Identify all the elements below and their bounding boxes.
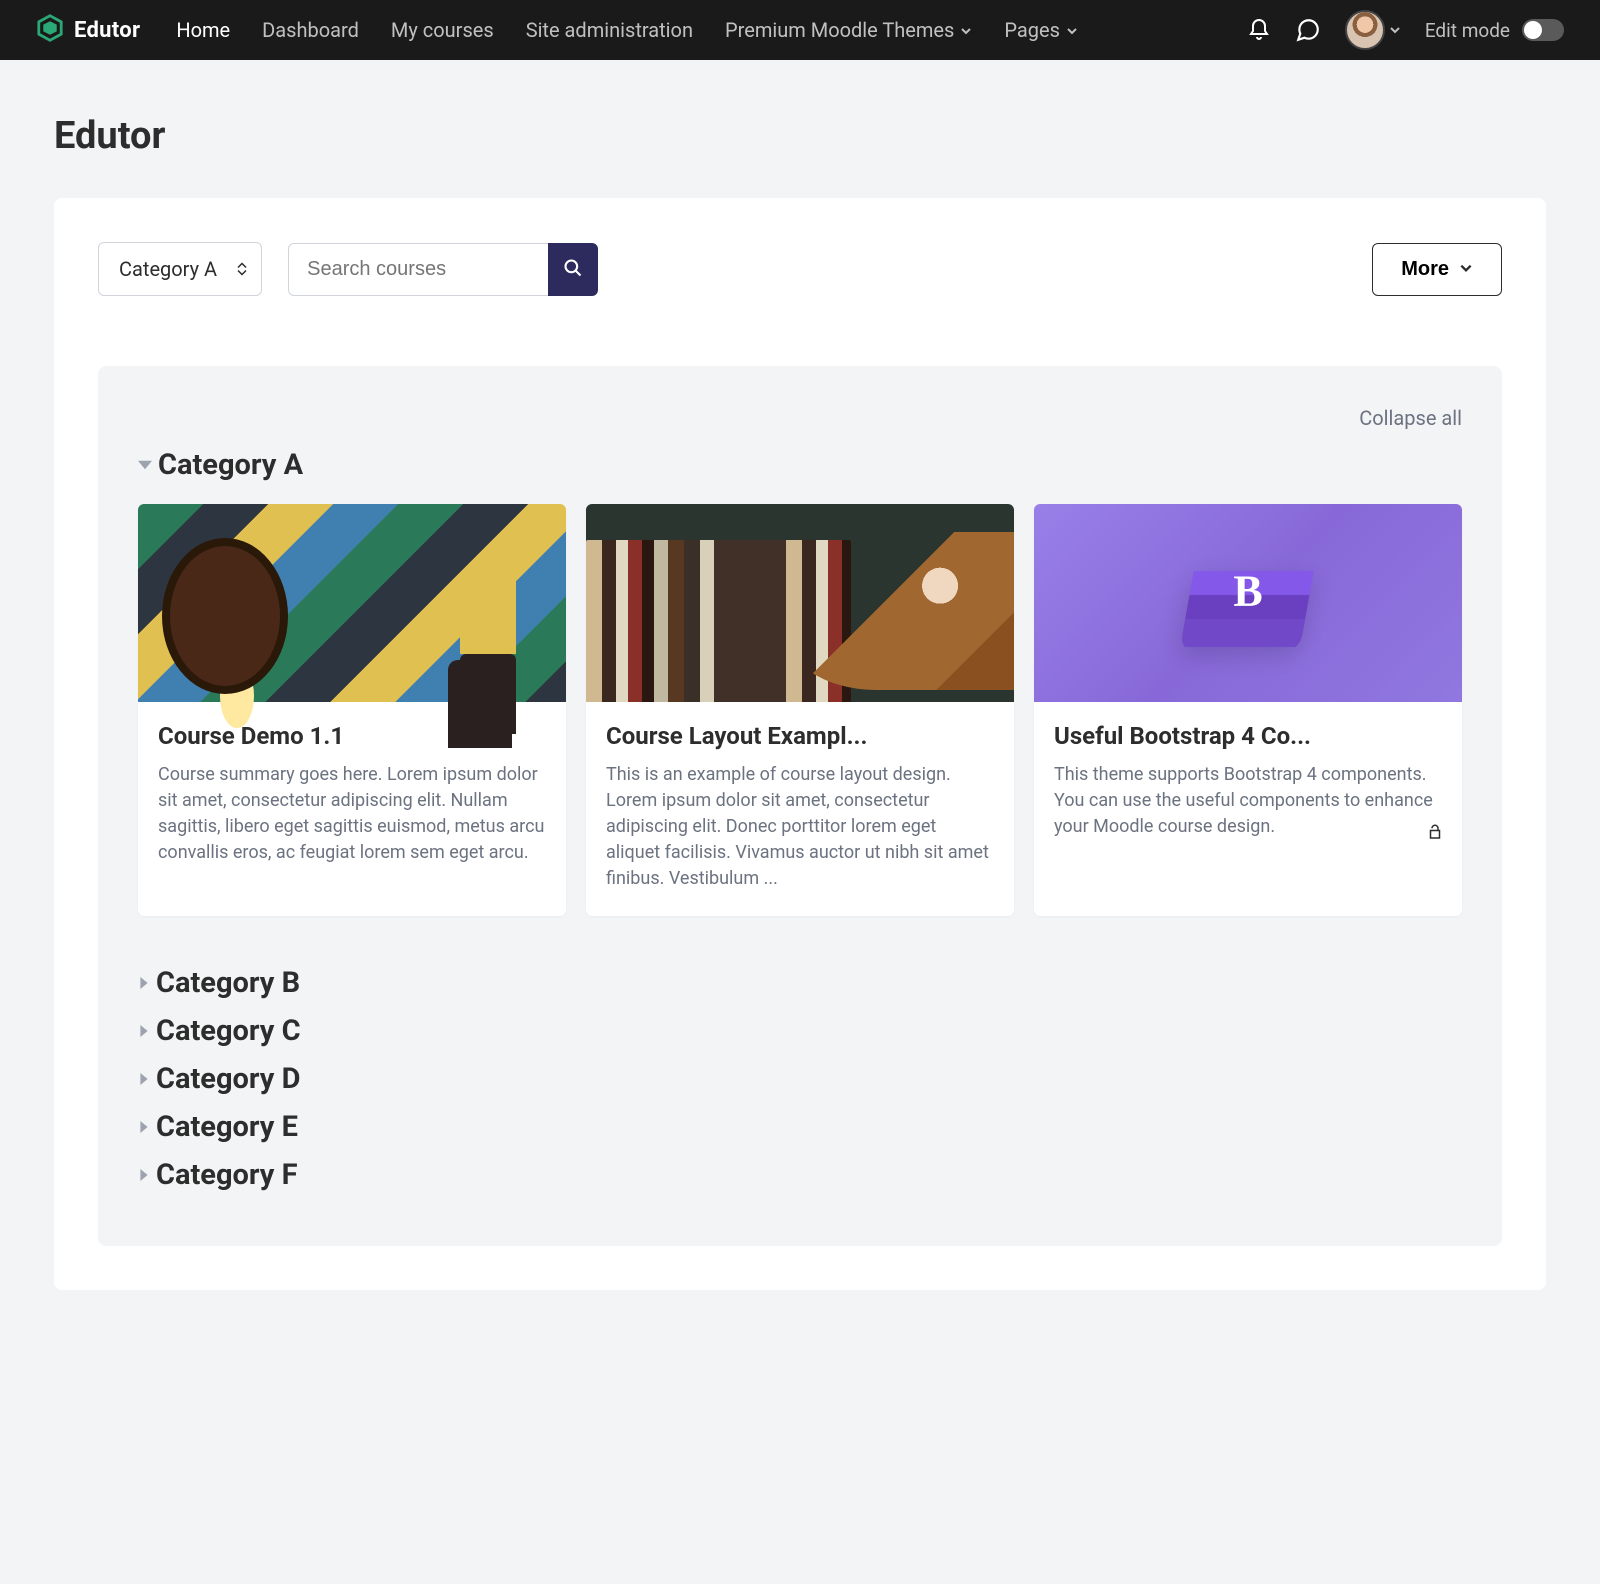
brand-logo[interactable]: Edutor <box>36 14 140 46</box>
category-c-header[interactable]: Category C <box>138 1014 1462 1048</box>
search-button[interactable] <box>548 243 598 296</box>
category-d-header[interactable]: Category D <box>138 1062 1462 1096</box>
caret-right-icon <box>138 1024 150 1038</box>
nav-site-administration[interactable]: Site administration <box>526 18 693 42</box>
category-select[interactable]: Category A <box>98 242 262 296</box>
chevron-down-icon <box>960 18 972 42</box>
notifications-icon[interactable] <box>1247 18 1271 42</box>
caret-right-icon <box>138 1168 150 1182</box>
collapse-all[interactable]: Collapse all <box>138 406 1462 430</box>
page-container: Edutor Category A <box>0 60 1600 1344</box>
edit-mode-toggle[interactable] <box>1522 19 1564 41</box>
nav-links: Home Dashboard My courses Site administr… <box>176 18 1239 42</box>
course-card[interactable]: Useful Bootstrap 4 Co... This theme supp… <box>1034 504 1462 916</box>
content-card: Category A More <box>54 198 1546 1290</box>
brand-name: Edutor <box>74 18 140 43</box>
category-panel: Collapse all Category A Course Demo 1.1 … <box>98 366 1502 1246</box>
category-e-header[interactable]: Category E <box>138 1110 1462 1144</box>
course-thumbnail <box>138 504 566 702</box>
nav-home[interactable]: Home <box>176 18 230 42</box>
course-title: Useful Bootstrap 4 Co... <box>1054 722 1442 750</box>
user-menu[interactable] <box>1345 10 1401 50</box>
category-f-header[interactable]: Category F <box>138 1158 1462 1192</box>
chevron-down-icon <box>1459 258 1473 281</box>
nav-premium-themes[interactable]: Premium Moodle Themes <box>725 18 972 42</box>
search-input[interactable] <box>288 243 548 296</box>
category-a-header[interactable]: Category A <box>138 448 1462 482</box>
search-courses <box>288 243 598 296</box>
more-button[interactable]: More <box>1372 243 1502 296</box>
logo-icon <box>36 14 64 46</box>
course-description: This theme supports Bootstrap 4 componen… <box>1054 762 1442 840</box>
select-caret-icon <box>237 263 247 276</box>
caret-right-icon <box>138 976 150 990</box>
filter-row: Category A More <box>98 242 1502 296</box>
nav-pages[interactable]: Pages <box>1004 18 1078 42</box>
caret-right-icon <box>138 1072 150 1086</box>
course-title: Course Demo 1.1 <box>158 722 546 750</box>
course-title: Course Layout Exampl... <box>606 722 994 750</box>
course-card[interactable]: Course Layout Exampl... This is an examp… <box>586 504 1014 916</box>
unlock-icon <box>1426 822 1444 846</box>
chevron-down-icon <box>1066 18 1078 42</box>
messages-icon[interactable] <box>1295 17 1321 43</box>
course-grid: Course Demo 1.1 Course summary goes here… <box>138 504 1462 916</box>
nav-my-courses[interactable]: My courses <box>391 18 494 42</box>
page-title: Edutor <box>54 114 1546 158</box>
chevron-down-icon <box>1389 21 1401 40</box>
caret-right-icon <box>138 1120 150 1134</box>
category-b-header[interactable]: Category B <box>138 966 1462 1000</box>
edit-mode-label: Edit mode <box>1425 19 1510 42</box>
course-description: This is an example of course layout desi… <box>606 762 994 892</box>
avatar <box>1345 10 1385 50</box>
course-thumbnail <box>586 504 1014 702</box>
nav-right: Edit mode <box>1247 10 1564 50</box>
top-navbar: Edutor Home Dashboard My courses Site ad… <box>0 0 1600 60</box>
nav-dashboard[interactable]: Dashboard <box>262 18 359 42</box>
search-icon <box>563 258 583 281</box>
course-card[interactable]: Course Demo 1.1 Course summary goes here… <box>138 504 566 916</box>
caret-down-icon <box>138 458 152 472</box>
edit-mode-control: Edit mode <box>1425 19 1564 42</box>
course-description: Course summary goes here. Lorem ipsum do… <box>158 762 546 866</box>
collapsed-categories: Category B Category C Category D Category E… <box>138 966 1462 1192</box>
course-thumbnail <box>1034 504 1462 702</box>
